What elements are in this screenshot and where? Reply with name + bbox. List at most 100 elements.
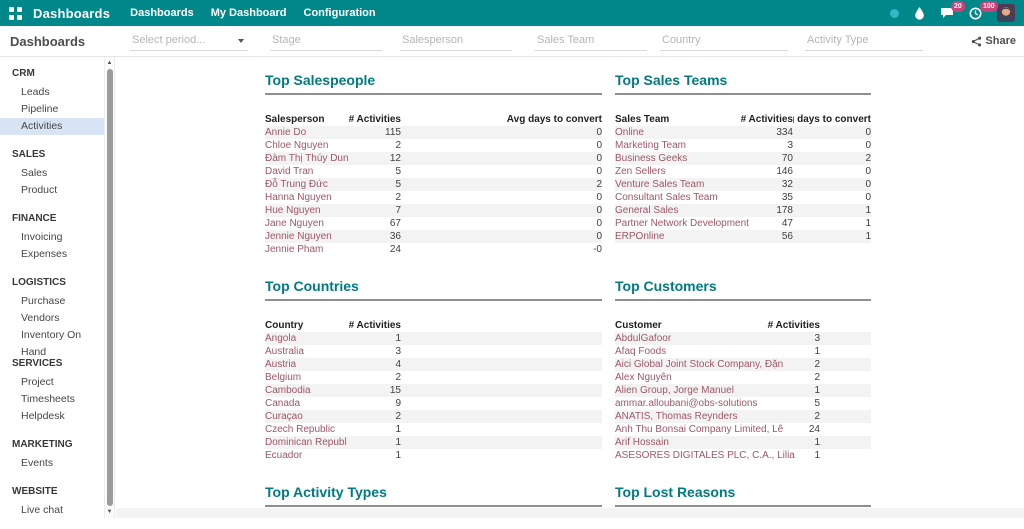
scroll-up-icon[interactable]: ▲ (105, 58, 114, 68)
sidebar-item[interactable]: Sales (0, 165, 104, 182)
sidebar-item[interactable]: Leads (0, 84, 104, 101)
record-link[interactable]: Afaq Foods (615, 345, 765, 358)
spacer-cell (820, 371, 871, 384)
droplet-icon[interactable] (914, 7, 925, 20)
sidebar-item[interactable]: Invoicing (0, 229, 104, 246)
record-link[interactable]: ERPOnline (615, 230, 715, 243)
spacer-cell (820, 410, 871, 423)
record-link[interactable]: Alex Nguyên (615, 371, 765, 384)
share-button[interactable]: Share (971, 35, 1016, 47)
record-link[interactable]: Czech Republic (265, 423, 343, 436)
sidebar-item[interactable]: Timesheets (0, 391, 104, 408)
record-link[interactable]: Belgium (265, 371, 343, 384)
sidebar-item[interactable]: Events (0, 455, 104, 472)
record-link[interactable]: Canada (265, 397, 343, 410)
sidebar-item[interactable]: Activities (0, 118, 104, 135)
section-top-salespeople: Top Salespeople Salesperson # Activities… (265, 72, 602, 256)
record-link[interactable]: General Sales (615, 204, 715, 217)
sidebar-section-title: CRM (0, 65, 104, 82)
apps-grid-icon[interactable] (9, 7, 22, 20)
col-header: # Activities (343, 112, 401, 126)
activities-clock-icon[interactable]: 100 (969, 7, 982, 20)
filter-input[interactable]: Select period... (130, 32, 248, 51)
record-link[interactable]: Ecuador (265, 449, 343, 462)
activities-value: 3 (715, 139, 793, 152)
record-link[interactable]: Business Geeks (615, 152, 715, 165)
activities-value: 5 (765, 397, 820, 410)
activities-value: 36 (343, 230, 401, 243)
sidebar-item[interactable]: Vendors (0, 310, 104, 327)
record-link[interactable]: Dominican Republ (265, 436, 343, 449)
record-link[interactable]: Jane Nguyen (265, 217, 343, 230)
filter-input[interactable]: Sales Team (535, 32, 647, 51)
record-link[interactable]: Jennie Nguyen (265, 230, 343, 243)
record-link[interactable]: Cambodia (265, 384, 343, 397)
activities-value: 56 (715, 230, 793, 243)
record-link[interactable]: Arif Hossain (615, 436, 765, 449)
record-link[interactable]: ammar.alloubani@obs-solutions (615, 397, 765, 410)
record-link[interactable]: Australia (265, 345, 343, 358)
spacer-cell (401, 384, 602, 397)
nav-menu-item[interactable]: Configuration (304, 7, 376, 19)
col-header: Avg days to convert (793, 112, 871, 126)
record-link[interactable]: Consultant Sales Team (615, 191, 715, 204)
filter-input[interactable]: Stage (270, 32, 382, 51)
sidebar-item[interactable]: Expenses (0, 246, 104, 263)
record-link[interactable]: Chloe Nguyen (265, 139, 343, 152)
nav-menu-item[interactable]: Dashboards (130, 7, 194, 19)
record-link[interactable]: Đỗ Trung Đức (265, 178, 343, 191)
sidebar-section-title: SERVICES (0, 355, 104, 372)
nav-menu-item[interactable]: My Dashboard (211, 7, 287, 19)
filter-input[interactable]: Salesperson (400, 32, 512, 51)
sidebar-item[interactable]: Product (0, 182, 104, 199)
record-link[interactable]: Aici Global Joint Stock Company, Đặn (615, 358, 765, 371)
record-link[interactable]: Đàm Thị Thúy Dun (265, 152, 343, 165)
user-avatar[interactable] (997, 4, 1015, 22)
activities-value: 9 (343, 397, 401, 410)
record-link[interactable]: David Tran (265, 165, 343, 178)
table-row: Austria 4 (265, 358, 602, 371)
spacer-cell (401, 449, 602, 462)
sidebar-item[interactable]: Live chat (0, 502, 104, 518)
section-title: Top Lost Reasons (615, 484, 871, 507)
record-link[interactable]: Online (615, 126, 715, 139)
record-link[interactable]: ASESORES DIGITALES PLC, C.A., Lilia (615, 449, 765, 462)
convert-value: 0 (793, 165, 871, 178)
sidebar-item[interactable]: Project (0, 374, 104, 391)
sidebar-item[interactable]: Helpdesk (0, 408, 104, 425)
filter-input[interactable]: Country (660, 32, 788, 51)
activities-value: 334 (715, 126, 793, 139)
record-link[interactable]: Venture Sales Team (615, 178, 715, 191)
section-top-sales-teams: Top Sales Teams Sales Team # Activities … (615, 72, 871, 256)
activities-value: 5 (343, 178, 401, 191)
filter-input[interactable]: Activity Type (805, 32, 923, 51)
record-link[interactable]: Alien Group, Jorge Manuel (615, 384, 765, 397)
record-link[interactable]: Annie Do (265, 126, 343, 139)
col-header: # Activities (715, 112, 793, 126)
record-link[interactable]: ANATIS, Thomas Reynders (615, 410, 765, 423)
scroll-down-icon[interactable]: ▼ (105, 507, 114, 517)
convert-value: 0 (401, 191, 602, 204)
spacer-cell (820, 345, 871, 358)
record-link[interactable]: AbdulGafoor (615, 332, 765, 345)
record-link[interactable]: Angola (265, 332, 343, 345)
record-link[interactable]: Anh Thu Bonsai Company Limited, Lê (615, 423, 765, 436)
sidebar-section: FINANCE Invoicing Expenses (0, 210, 104, 263)
record-link[interactable]: Partner Network Development (615, 217, 715, 230)
activities-value: 3 (343, 345, 401, 358)
messages-icon[interactable]: 20 (940, 7, 954, 19)
record-link[interactable]: Zen Sellers (615, 165, 715, 178)
record-link[interactable]: Austria (265, 358, 343, 371)
sidebar-item[interactable]: Purchase (0, 293, 104, 310)
record-link[interactable]: Marketing Team (615, 139, 715, 152)
sidebar-item[interactable]: Pipeline (0, 101, 104, 118)
table-row: Partner Network Development 47 1 (615, 217, 871, 230)
sidebar-item[interactable]: Inventory On Hand (0, 327, 104, 344)
record-link[interactable]: Hanna Nguyen (265, 191, 343, 204)
record-link[interactable]: Curaçao (265, 410, 343, 423)
record-link[interactable]: Hue Nguyen (265, 204, 343, 217)
app-brand[interactable]: Dashboards (33, 6, 110, 21)
scrollbar-thumb[interactable] (107, 69, 113, 506)
table-row: Curaçao 2 (265, 410, 602, 423)
record-link[interactable]: Jennie Pham (265, 243, 343, 256)
